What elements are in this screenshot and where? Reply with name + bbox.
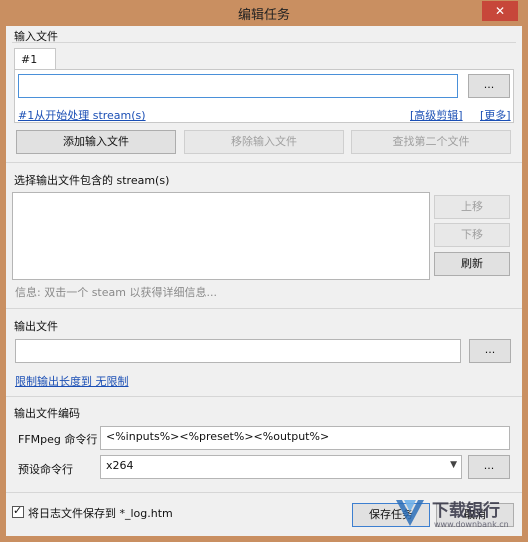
ffmpeg-cmd-input[interactable]: <%inputs%><%preset%><%output%> [100, 426, 510, 450]
preset-label: 预设命令行 [18, 463, 73, 476]
ffmpeg-cmd-label: FFMpeg 命令行 [18, 433, 98, 446]
limit-length-link[interactable]: 限制输出长度到 无限制 [15, 373, 129, 389]
input-browse-button[interactable]: ... [468, 74, 510, 98]
streams-list[interactable] [12, 192, 430, 280]
title-bar: 编辑任务 ✕ [0, 0, 528, 26]
find-second-file-button[interactable]: 查找第二个文件 [351, 130, 511, 154]
tab-input-1[interactable]: #1 [14, 48, 56, 70]
add-input-button[interactable]: 添加输入文件 [16, 130, 176, 154]
refresh-button[interactable]: 刷新 [434, 252, 510, 276]
input-path-field[interactable] [18, 74, 458, 98]
dialog-client: 输入文件 #1 ... #1从开始处理 stream(s) [高级剪辑] [更多… [6, 26, 522, 536]
save-log-label: 将日志文件保存到 *_log.htm [28, 507, 173, 520]
divider [6, 492, 522, 493]
close-icon[interactable]: ✕ [482, 1, 518, 21]
divider [6, 308, 522, 309]
cancel-button[interactable]: 取消 [436, 503, 514, 527]
checkmark-icon: ✓ [13, 504, 23, 517]
window-title: 编辑任务 [237, 8, 290, 23]
output-browse-button[interactable]: ... [469, 339, 511, 363]
streams-group-label: 选择输出文件包含的 stream(s) [14, 174, 170, 187]
tab-label: #1 [21, 53, 38, 66]
divider [6, 396, 522, 397]
divider [12, 42, 516, 43]
encoding-group-label: 输出文件编码 [14, 407, 80, 420]
preset-select[interactable]: x264 ▼ [100, 455, 462, 479]
chevron-down-icon: ▼ [450, 460, 457, 470]
more-link[interactable]: [更多] [480, 107, 511, 123]
advanced-edit-link[interactable]: [高级剪辑] [410, 107, 463, 123]
move-down-button[interactable]: 下移 [434, 223, 510, 247]
preset-browse-button[interactable]: ... [468, 455, 510, 479]
save-log-checkbox[interactable]: ✓ [12, 504, 24, 518]
preset-value: x264 [106, 459, 134, 472]
output-path-field[interactable] [15, 339, 461, 363]
move-up-button[interactable]: 上移 [434, 195, 510, 219]
remove-input-button[interactable]: 移除输入文件 [184, 130, 344, 154]
divider [6, 162, 522, 163]
streams-info-text: 信息: 双击一个 steam 以获得详细信息... [15, 286, 217, 299]
stream-link[interactable]: #1从开始处理 stream(s) [18, 107, 146, 123]
save-task-button[interactable]: 保存任务 [352, 503, 430, 527]
output-group-label: 输出文件 [14, 320, 58, 333]
